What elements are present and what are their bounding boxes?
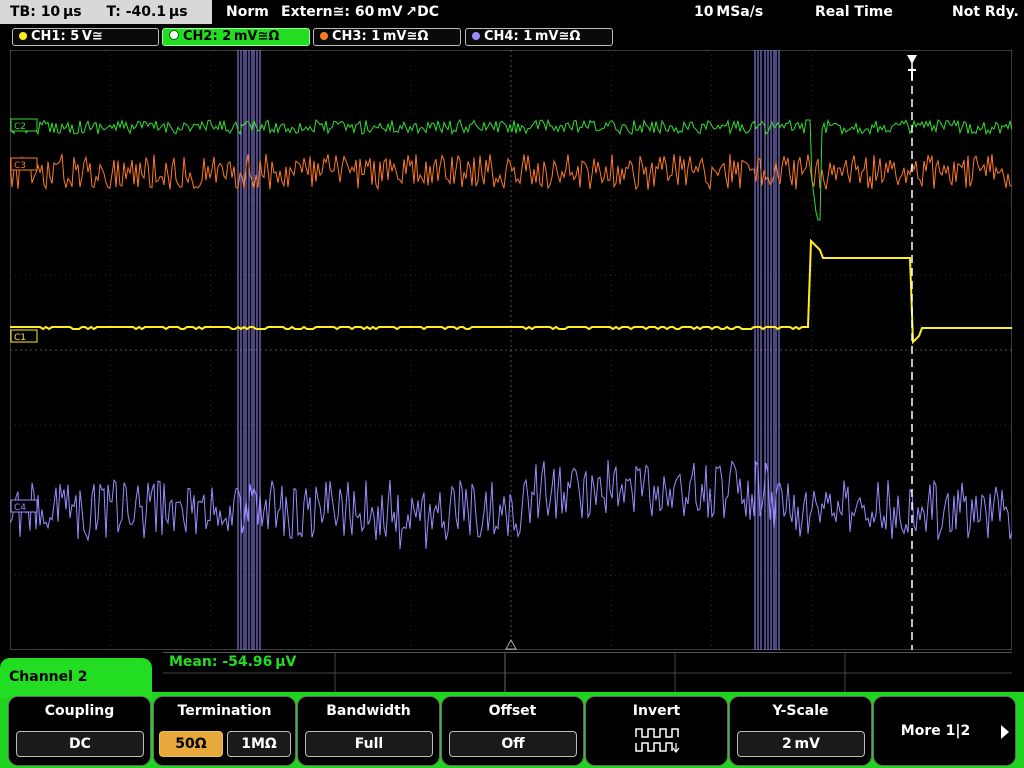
offset-label: Offset bbox=[488, 703, 537, 719]
trigger-mode[interactable]: Norm bbox=[226, 0, 269, 24]
coupling-label: Coupling bbox=[44, 703, 115, 719]
timebase-box[interactable]: TB: 10 µs T: -40.1 µs bbox=[0, 0, 212, 24]
trigger-source[interactable]: Extern≅: 60 mV ↗DC bbox=[281, 0, 439, 24]
termination-50ohm-option[interactable]: 50Ω bbox=[159, 731, 223, 757]
invert-waveform-icon bbox=[635, 728, 680, 753]
more-softkey[interactable]: More 1|2 bbox=[873, 696, 1016, 766]
ch2-marker-label: C2 bbox=[14, 122, 26, 132]
ch4-marker-label: C4 bbox=[14, 503, 26, 513]
ch2-label: CH2: 2 mV≅Ω bbox=[183, 29, 280, 44]
channel-tab-ch4[interactable]: CH4: 1 mV≅Ω bbox=[465, 28, 613, 46]
ch4-dot-icon bbox=[472, 32, 480, 40]
mean-measurement: Mean: -54.96 µV bbox=[169, 654, 297, 670]
ch3-dot-icon bbox=[320, 32, 328, 40]
bandwidth-value[interactable]: Full bbox=[305, 731, 433, 757]
termination-label: Termination bbox=[177, 703, 272, 719]
menu-title: Channel 2 bbox=[0, 658, 152, 698]
ch1-dot-icon bbox=[19, 32, 27, 40]
channel-tab-ch1[interactable]: CH1: 5 V≅ bbox=[12, 28, 159, 46]
offset-softkey[interactable]: Offset Off bbox=[441, 696, 584, 766]
ch3-marker-label: C3 bbox=[14, 161, 26, 171]
yscale-softkey[interactable]: Y-Scale 2 mV bbox=[729, 696, 872, 766]
more-label: More 1|2 bbox=[900, 723, 971, 739]
yscale-value[interactable]: 2 mV bbox=[737, 731, 865, 757]
next-page-arrow-icon bbox=[1001, 725, 1009, 739]
ch1-label: CH1: 5 V≅ bbox=[31, 29, 103, 44]
bandwidth-softkey[interactable]: Bandwidth Full bbox=[297, 696, 440, 766]
invert-softkey[interactable]: Invert bbox=[585, 696, 728, 766]
channel-tab-ch2[interactable]: CH2: 2 mV≅Ω bbox=[162, 28, 310, 46]
termination-1mohm-option[interactable]: 1MΩ bbox=[227, 731, 291, 757]
ch3-label: CH3: 1 mV≅Ω bbox=[332, 29, 429, 44]
channel-tab-ch3[interactable]: CH3: 1 mV≅Ω bbox=[313, 28, 461, 46]
bandwidth-label: Bandwidth bbox=[326, 703, 411, 719]
ch2-dot-icon bbox=[169, 30, 179, 40]
coupling-value[interactable]: DC bbox=[16, 731, 144, 757]
yscale-label: Y-Scale bbox=[772, 703, 829, 719]
ch1-marker-label: C1 bbox=[14, 333, 26, 343]
ch4-label: CH4: 1 mV≅Ω bbox=[484, 29, 581, 44]
invert-label: Invert bbox=[632, 703, 681, 719]
termination-softkey[interactable]: Termination 50Ω 1MΩ bbox=[153, 696, 296, 766]
acquisition-state: Not Rdy. bbox=[952, 4, 1019, 20]
sample-rate: 10 MSa/s bbox=[694, 4, 764, 20]
coupling-softkey[interactable]: Coupling DC bbox=[8, 696, 151, 766]
timebase-value: TB: 10 µs bbox=[10, 4, 82, 20]
trigger-time-value: T: -40.1 µs bbox=[106, 4, 188, 20]
acquisition-mode: Real Time bbox=[815, 4, 893, 20]
offset-value[interactable]: Off bbox=[449, 731, 577, 757]
waveform-display[interactable]: C2 C3 C1 C4 bbox=[10, 50, 1012, 650]
